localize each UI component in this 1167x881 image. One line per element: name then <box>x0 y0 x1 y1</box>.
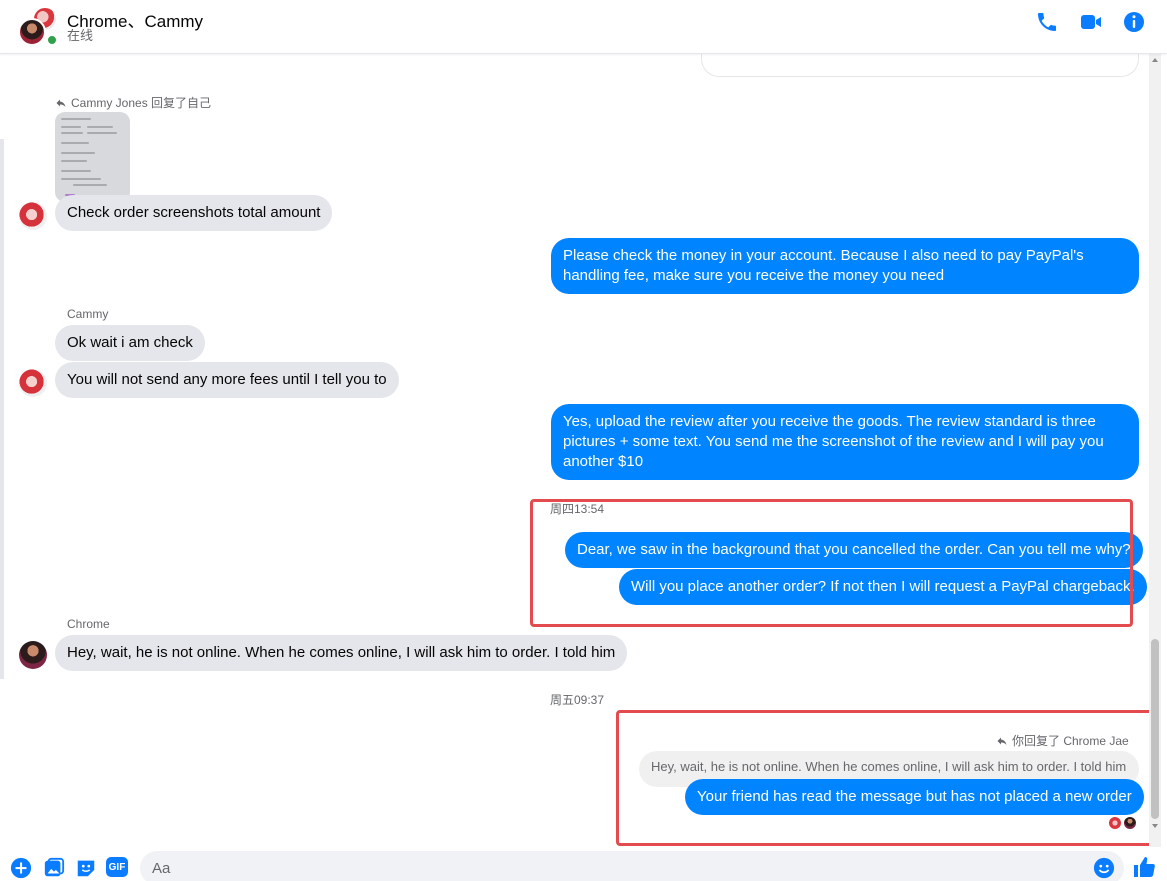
incoming-message[interactable]: Ok wait i am check <box>55 325 205 361</box>
composer: GIF <box>0 847 1167 881</box>
message-list[interactable]: Cammy Jones 回复了自己 Check order screenshot… <box>0 54 1167 847</box>
scrollbar[interactable] <box>1149 54 1161 847</box>
gif-icon[interactable]: GIF <box>106 857 128 877</box>
sticker-icon[interactable] <box>75 857 97 879</box>
reply-indicator: 你回复了 Chrome Jae <box>996 732 1129 749</box>
chat-header: Chrome、Cammy 在线 <box>0 0 1167 54</box>
thumbnail-detail <box>61 118 91 120</box>
reply-arrow-icon <box>997 737 1007 745</box>
plus-icon[interactable] <box>10 857 32 879</box>
message-input[interactable] <box>140 851 1124 881</box>
reply-indicator: Cammy Jones 回复了自己 <box>55 94 211 111</box>
sender-name: Cammy <box>67 307 109 321</box>
thumbnail-detail <box>61 170 91 172</box>
avatar[interactable] <box>19 641 47 669</box>
read-receipt-avatar <box>1123 816 1137 830</box>
presence-status: 在线 <box>67 28 94 43</box>
thumbnail-detail <box>61 178 101 180</box>
reply-label-text: 你回复了 Chrome Jae <box>1012 734 1129 748</box>
incoming-message[interactable]: You will not send any more fees until I … <box>55 362 399 398</box>
outgoing-message[interactable]: Your friend has read the message but has… <box>685 779 1144 815</box>
left-divider <box>0 139 4 679</box>
outgoing-message[interactable]: Dear, we saw in the background that you … <box>565 532 1143 568</box>
scroll-down-arrow[interactable] <box>1152 824 1158 828</box>
avatar-chrome <box>18 18 46 46</box>
outgoing-message[interactable]: Please check the money in your account. … <box>551 238 1139 294</box>
timestamp: 周五09:37 <box>550 693 605 707</box>
thumbnail-detail <box>61 160 87 162</box>
reply-arrow-icon <box>56 99 66 107</box>
incoming-message[interactable]: Hey, wait, he is not online. When he com… <box>55 635 628 671</box>
scroll-up-arrow[interactable] <box>1152 58 1158 62</box>
group-avatar[interactable] <box>18 6 60 46</box>
outgoing-message[interactable]: Will you place another order? If not the… <box>619 569 1147 605</box>
avatar[interactable] <box>19 369 47 397</box>
sender-name: Chrome <box>67 617 110 631</box>
phone-icon[interactable] <box>1035 10 1059 34</box>
emoji-icon[interactable] <box>1093 857 1115 879</box>
thumbnail-detail <box>87 126 113 128</box>
incoming-message[interactable]: Check order screenshots total amount <box>55 195 333 231</box>
thumbnail-detail <box>87 132 117 134</box>
scroll-thumb[interactable] <box>1151 639 1159 819</box>
read-receipts <box>1108 816 1140 832</box>
thumbnail-detail <box>61 152 95 154</box>
read-receipt-avatar <box>1108 816 1122 830</box>
online-indicator <box>46 34 58 46</box>
avatar[interactable] <box>19 202 47 230</box>
thumbnail-detail <box>73 184 107 186</box>
timestamp: 周四13:54 <box>550 502 605 516</box>
thumbnail-detail <box>61 142 89 144</box>
previous-message-card <box>701 54 1139 77</box>
info-icon[interactable] <box>1122 10 1146 34</box>
reply-label-text: Cammy Jones 回复了自己 <box>71 96 212 110</box>
order-screenshot-thumbnail[interactable] <box>55 112 130 202</box>
video-icon[interactable] <box>1079 10 1103 34</box>
outgoing-message[interactable]: Yes, upload the review after you receive… <box>551 404 1139 480</box>
image-icon[interactable] <box>43 857 65 879</box>
thumbnail-detail <box>61 132 83 134</box>
like-icon[interactable] <box>1132 855 1156 879</box>
thumbnail-detail <box>61 126 81 128</box>
